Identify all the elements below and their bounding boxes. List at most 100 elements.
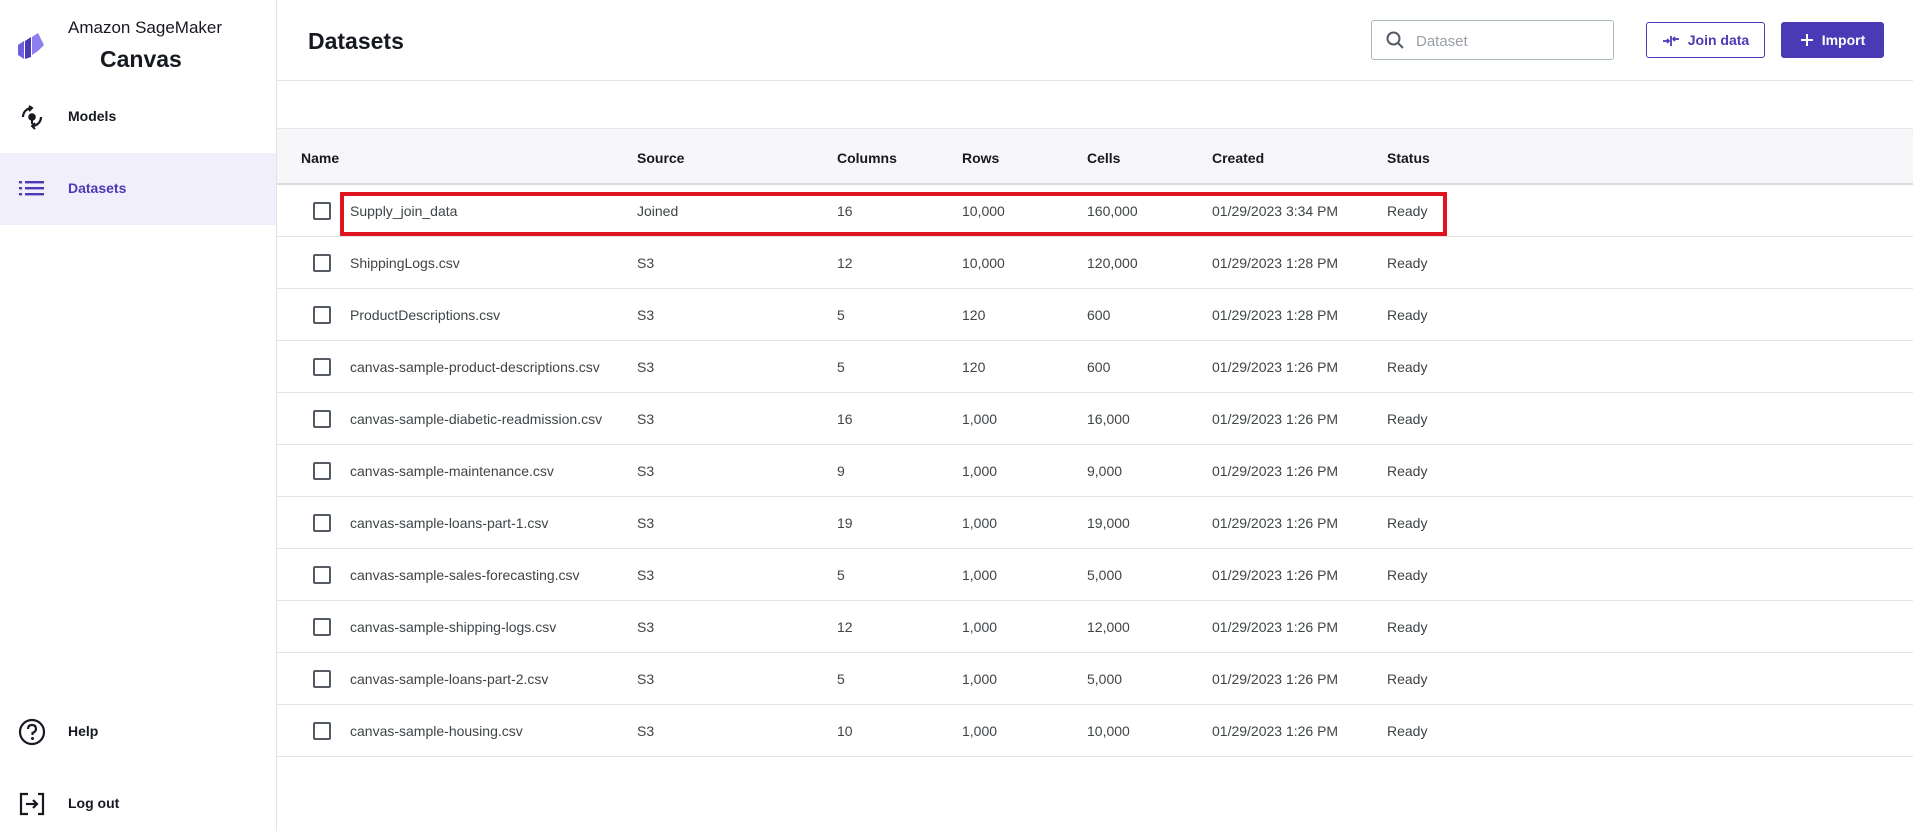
row-checkbox[interactable] <box>313 254 331 272</box>
list-icon <box>19 181 44 196</box>
import-button[interactable]: Import <box>1781 22 1884 58</box>
canvas-logo-icon <box>18 33 44 59</box>
cell-created: 01/29/2023 1:26 PM <box>1212 359 1339 375</box>
row-checkbox[interactable] <box>313 722 331 740</box>
cell-rows: 1,000 <box>962 567 998 583</box>
sidebar-item-help[interactable]: Help <box>0 696 276 768</box>
column-header-rows[interactable]: Rows <box>962 150 999 166</box>
column-header-cells[interactable]: Cells <box>1087 150 1120 166</box>
cell-status: Ready <box>1387 307 1428 323</box>
row-checkbox[interactable] <box>313 462 331 480</box>
row-checkbox[interactable] <box>313 358 331 376</box>
logout-icon <box>19 792 45 816</box>
cell-columns: 9 <box>837 463 845 479</box>
cell-name[interactable]: canvas-sample-loans-part-1.csv <box>350 515 548 531</box>
cell-status: Ready <box>1387 411 1428 427</box>
table-row[interactable]: ShippingLogs.csv S3 12 10,000 120,000 01… <box>277 237 1913 289</box>
table-row[interactable]: canvas-sample-loans-part-2.csv S3 5 1,00… <box>277 653 1913 705</box>
cell-status: Ready <box>1387 619 1428 635</box>
sidebar: Amazon SageMaker Canvas Models Datasets <box>0 0 277 831</box>
table-row[interactable]: canvas-sample-shipping-logs.csv S3 12 1,… <box>277 601 1913 653</box>
table-row[interactable]: canvas-sample-product-descriptions.csv S… <box>277 341 1913 393</box>
sidebar-item-label: Datasets <box>68 180 127 196</box>
row-checkbox[interactable] <box>313 410 331 428</box>
cell-cells: 120,000 <box>1087 255 1138 271</box>
table-row[interactable]: Supply_join_data Joined 16 10,000 160,00… <box>277 185 1913 237</box>
row-checkbox[interactable] <box>313 306 331 324</box>
cell-status: Ready <box>1387 515 1428 531</box>
sidebar-item-logout[interactable]: Log out <box>0 768 276 831</box>
table-row[interactable]: canvas-sample-housing.csv S3 10 1,000 10… <box>277 705 1913 757</box>
cell-columns: 5 <box>837 567 845 583</box>
cell-name[interactable]: canvas-sample-diabetic-readmission.csv <box>350 411 602 427</box>
column-header-source[interactable]: Source <box>637 150 684 166</box>
brand-subtitle: Amazon SageMaker <box>68 18 223 37</box>
join-icon <box>1662 36 1679 46</box>
cell-columns: 12 <box>837 619 853 635</box>
cell-status: Ready <box>1387 567 1428 583</box>
cell-name[interactable]: ProductDescriptions.csv <box>350 307 500 323</box>
cell-cells: 16,000 <box>1087 411 1130 427</box>
table-row[interactable]: canvas-sample-maintenance.csv S3 9 1,000… <box>277 445 1913 497</box>
search-box[interactable] <box>1371 20 1614 60</box>
cell-name[interactable]: Supply_join_data <box>350 203 457 219</box>
plus-icon <box>1800 34 1813 46</box>
sidebar-item-models[interactable]: Models <box>0 81 276 153</box>
cell-rows: 120 <box>962 307 986 323</box>
cell-name[interactable]: canvas-sample-housing.csv <box>350 723 523 739</box>
cell-created: 01/29/2023 1:26 PM <box>1212 619 1339 635</box>
column-header-created[interactable]: Created <box>1212 150 1264 166</box>
cell-name[interactable]: canvas-sample-maintenance.csv <box>350 463 554 479</box>
cell-source: Joined <box>637 203 679 219</box>
cell-status: Ready <box>1387 463 1428 479</box>
table-row[interactable]: canvas-sample-loans-part-1.csv S3 19 1,0… <box>277 497 1913 549</box>
cell-cells: 600 <box>1087 359 1111 375</box>
cell-cells: 19,000 <box>1087 515 1130 531</box>
cell-source: S3 <box>637 671 655 687</box>
sidebar-item-datasets[interactable]: Datasets <box>0 153 276 225</box>
table-row[interactable]: canvas-sample-sales-forecasting.csv S3 5… <box>277 549 1913 601</box>
table-row[interactable]: ProductDescriptions.csv S3 5 120 600 01/… <box>277 289 1913 341</box>
cell-columns: 10 <box>837 723 853 739</box>
cell-source: S3 <box>637 567 655 583</box>
brand-title: Canvas <box>100 46 182 72</box>
cell-rows: 120 <box>962 359 986 375</box>
cell-name[interactable]: canvas-sample-loans-part-2.csv <box>350 671 548 687</box>
column-header-columns[interactable]: Columns <box>837 150 897 166</box>
row-checkbox[interactable] <box>313 618 331 636</box>
column-header-name[interactable]: Name <box>301 150 339 166</box>
search-input[interactable] <box>1416 29 1606 53</box>
page-title: Datasets <box>308 28 404 54</box>
cell-source: S3 <box>637 307 655 323</box>
row-checkbox[interactable] <box>313 514 331 532</box>
row-checkbox[interactable] <box>313 670 331 688</box>
help-icon <box>18 718 46 746</box>
cell-created: 01/29/2023 1:28 PM <box>1212 307 1339 323</box>
cell-columns: 16 <box>837 411 853 427</box>
cell-created: 01/29/2023 1:26 PM <box>1212 671 1339 687</box>
cell-name[interactable]: canvas-sample-sales-forecasting.csv <box>350 567 580 583</box>
cell-status: Ready <box>1387 203 1428 219</box>
column-header-status[interactable]: Status <box>1387 150 1430 166</box>
join-data-button[interactable]: Join data <box>1646 22 1765 58</box>
cell-name[interactable]: canvas-sample-product-descriptions.csv <box>350 359 600 375</box>
cell-created: 01/29/2023 1:28 PM <box>1212 255 1339 271</box>
cell-name[interactable]: canvas-sample-shipping-logs.csv <box>350 619 556 635</box>
cell-cells: 10,000 <box>1087 723 1130 739</box>
cell-rows: 1,000 <box>962 723 998 739</box>
sidebar-item-label: Help <box>68 723 99 739</box>
row-checkbox[interactable] <box>313 566 331 584</box>
cell-source: S3 <box>637 723 655 739</box>
cell-rows: 1,000 <box>962 619 998 635</box>
cell-status: Ready <box>1387 359 1428 375</box>
cell-columns: 12 <box>837 255 853 271</box>
brand: Amazon SageMaker Canvas <box>0 0 277 80</box>
row-checkbox[interactable] <box>313 202 331 220</box>
cell-columns: 5 <box>837 307 845 323</box>
cell-rows: 10,000 <box>962 203 1005 219</box>
sidebar-item-label: Models <box>68 108 117 124</box>
import-label: Import <box>1821 32 1866 48</box>
cell-columns: 16 <box>837 203 853 219</box>
cell-name[interactable]: ShippingLogs.csv <box>350 255 460 271</box>
table-row[interactable]: canvas-sample-diabetic-readmission.csv S… <box>277 393 1913 445</box>
